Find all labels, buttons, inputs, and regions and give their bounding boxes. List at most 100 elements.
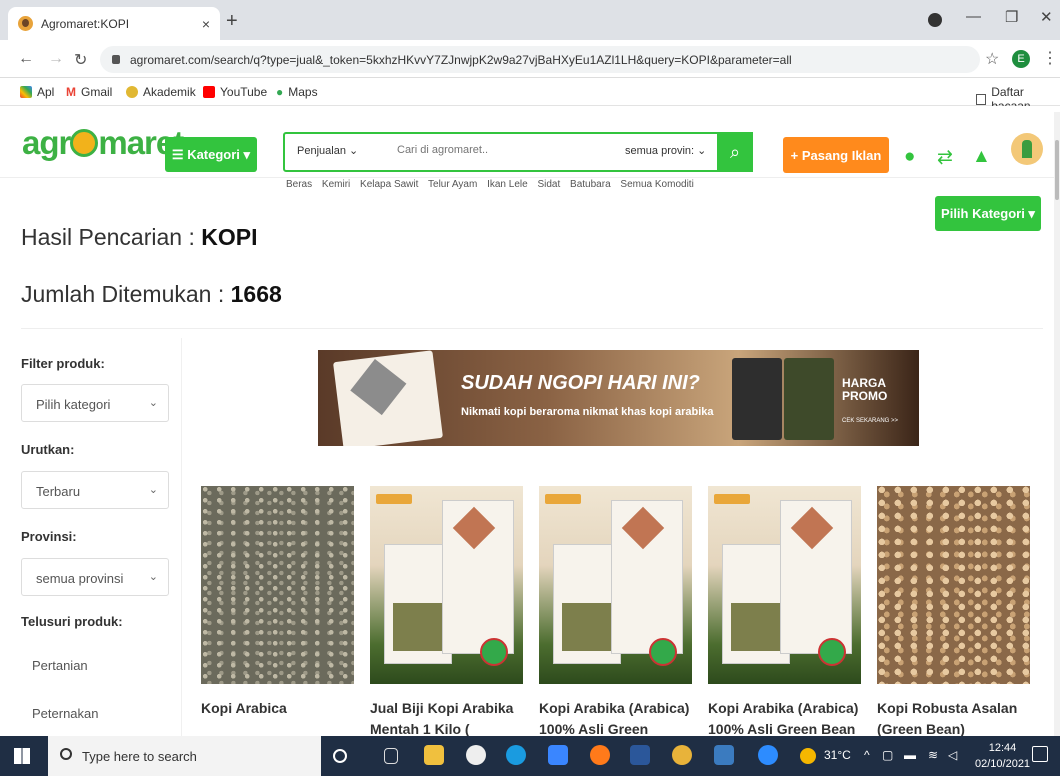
back-icon[interactable]: ← xyxy=(18,50,34,68)
app-icon[interactable] xyxy=(466,745,486,765)
compare-arrows-icon[interactable]: ⇄ xyxy=(937,146,953,169)
browser-tab[interactable]: Agromaret:KOPI × xyxy=(8,7,220,40)
battery-icon[interactable]: ▬ xyxy=(904,748,916,762)
quick-link[interactable]: Beras xyxy=(286,179,312,190)
task-view-icon[interactable] xyxy=(384,748,398,764)
quick-link[interactable]: Batubara xyxy=(570,179,611,190)
edge-icon[interactable] xyxy=(506,745,526,765)
user-avatar[interactable] xyxy=(1011,133,1043,165)
result-title-prefix: Hasil Pencarian : xyxy=(21,224,202,250)
kategori-button[interactable]: ☰ Kategori ▾ xyxy=(165,137,257,172)
search-input[interactable] xyxy=(397,144,597,156)
category-filter-select[interactable]: Pilih kategori ⌄ xyxy=(21,384,169,422)
sort-select[interactable]: Terbaru ⌄ xyxy=(21,471,169,509)
taskbar-clock[interactable]: 12:44 02/10/2021 xyxy=(975,740,1030,772)
notification-center-icon[interactable] xyxy=(1032,746,1048,762)
chat-icon[interactable]: ● xyxy=(904,146,915,168)
windows-start-icon[interactable] xyxy=(14,748,30,764)
quick-link[interactable]: Telur Ayam xyxy=(428,179,477,190)
notification-bell-icon[interactable]: ▲ xyxy=(972,146,991,168)
sort-value: Terbaru xyxy=(36,484,81,499)
chevron-down-icon: ⌄ xyxy=(148,571,158,583)
profile-menu-icon[interactable] xyxy=(928,13,942,27)
category-link-peternakan[interactable]: Peternakan xyxy=(32,706,99,721)
promo-banner[interactable]: SUDAH NGOPI HARI INI? Nikmati kopi berar… xyxy=(318,350,919,446)
search-button[interactable]: ⌕ xyxy=(717,132,753,172)
bookmark-star-icon[interactable]: ☆ xyxy=(985,49,999,69)
quick-link[interactable]: Ikan Lele xyxy=(487,179,528,190)
coffee-bag-image xyxy=(732,358,782,440)
quality-sticker xyxy=(545,494,581,504)
close-window-icon[interactable]: ✕ xyxy=(1040,8,1053,26)
arabica-pack-image xyxy=(333,350,443,446)
product-card[interactable]: Kopi Robusta Asalan (Green Bean) xyxy=(877,486,1030,736)
banner-title: SUDAH NGOPI HARI INI? xyxy=(461,372,700,394)
app-icon[interactable] xyxy=(714,745,734,765)
quick-link[interactable]: Sidat xyxy=(537,179,560,190)
quality-sticker xyxy=(714,494,750,504)
restore-icon[interactable]: ❐ xyxy=(1005,8,1018,26)
minimize-icon[interactable]: — xyxy=(966,8,981,25)
pilih-kategori-button[interactable]: Pilih Kategori ▾ xyxy=(935,196,1041,231)
product-card[interactable]: Kopi Arabika (Arabica) 100% Asli Green B… xyxy=(708,486,861,736)
app-icon[interactable] xyxy=(548,745,568,765)
agromaret-logo[interactable]: agr maret xyxy=(22,124,184,162)
product-image xyxy=(877,486,1030,684)
province-label: Provinsi: xyxy=(21,529,77,544)
product-card[interactable]: Kopi Arabika (Arabica) 100% Asli Green B… xyxy=(539,486,692,736)
product-title: Kopi Arabika (Arabica) 100% Asli Green B… xyxy=(539,700,690,736)
tray-icon[interactable]: ▢ xyxy=(882,748,893,762)
search-type-select[interactable]: Penjualan ⌄ xyxy=(297,144,358,157)
browser-menu-icon[interactable]: ⋮ xyxy=(1042,48,1058,68)
file-explorer-icon[interactable] xyxy=(424,745,444,765)
reload-icon[interactable]: ↻ xyxy=(74,50,87,70)
chrome-icon[interactable] xyxy=(672,745,692,765)
banner-cta[interactable]: CEK SEKARANG >> xyxy=(842,418,898,424)
bookmark-akademik[interactable]: Akademik xyxy=(126,85,196,99)
bookmark-apps[interactable]: Apl xyxy=(20,85,54,99)
taskbar-search[interactable]: Type here to search xyxy=(48,736,321,776)
province-value: semua provin: xyxy=(625,145,695,157)
temperature[interactable]: 31°C xyxy=(824,748,851,762)
quick-link[interactable]: Kelapa Sawit xyxy=(360,179,418,190)
coffee-pack xyxy=(442,500,514,654)
url-field[interactable]: agromaret.com/search/q?type=jual&_token=… xyxy=(100,46,980,73)
page-scrollbar[interactable] xyxy=(1054,112,1060,736)
product-card[interactable]: Jual Biji Kopi Arabika Mentah 1 Kilo ( G… xyxy=(370,486,523,736)
windows-taskbar: Type here to search 31°C ^ ▢ ▬ ≋ ◁ 12:44… xyxy=(0,736,1060,776)
bookmark-youtube[interactable]: YouTube xyxy=(203,85,267,99)
product-image xyxy=(708,486,861,684)
tray-chevron-icon[interactable]: ^ xyxy=(864,748,870,762)
bookmark-gmail[interactable]: M Gmail xyxy=(66,85,112,99)
tab-close-icon[interactable]: × xyxy=(202,16,210,32)
firefox-icon[interactable] xyxy=(590,745,610,765)
coffee-bag-image xyxy=(784,358,834,440)
app-icon[interactable] xyxy=(758,745,778,765)
logo-text-left: agr xyxy=(22,124,71,161)
site-header: agrmaret ☰ Kategori ▾ Penjualan ⌄ semua … xyxy=(0,106,1060,190)
province-select[interactable]: semua provin: ⌄ xyxy=(625,144,706,157)
banner-subtitle: Nikmati kopi beraroma nikmat khas kopi a… xyxy=(461,406,714,418)
wifi-icon[interactable]: ≋ xyxy=(928,748,938,762)
bookmark-label: Maps xyxy=(288,85,318,99)
result-count-value: 1668 xyxy=(230,281,282,307)
product-title: Kopi Arabika (Arabica) 100% Asli Green B… xyxy=(708,700,859,736)
new-tab-button[interactable]: + xyxy=(226,10,238,33)
bookmark-label: Akademik xyxy=(143,85,196,99)
pasang-iklan-button[interactable]: + Pasang Iklan xyxy=(783,137,889,173)
forward-icon[interactable]: → xyxy=(48,50,64,68)
volume-icon[interactable]: ◁ xyxy=(948,748,957,762)
weather-icon[interactable] xyxy=(800,748,816,764)
reading-list-icon xyxy=(976,93,987,105)
extension-icon[interactable]: E xyxy=(1012,50,1030,68)
province-filter-select[interactable]: semua provinsi ⌄ xyxy=(21,558,169,596)
scrollbar-thumb[interactable] xyxy=(1055,140,1059,200)
bookmark-maps[interactable]: ● Maps xyxy=(276,85,318,99)
quick-link[interactable]: Kemiri xyxy=(322,179,350,190)
word-icon[interactable] xyxy=(630,745,650,765)
tab-title: Agromaret:KOPI xyxy=(41,16,130,31)
category-link-pertanian[interactable]: Pertanian xyxy=(32,658,88,673)
product-card[interactable]: Kopi Arabica xyxy=(201,486,354,719)
cortana-icon[interactable] xyxy=(333,749,347,763)
quick-link[interactable]: Semua Komoditi xyxy=(620,179,693,190)
